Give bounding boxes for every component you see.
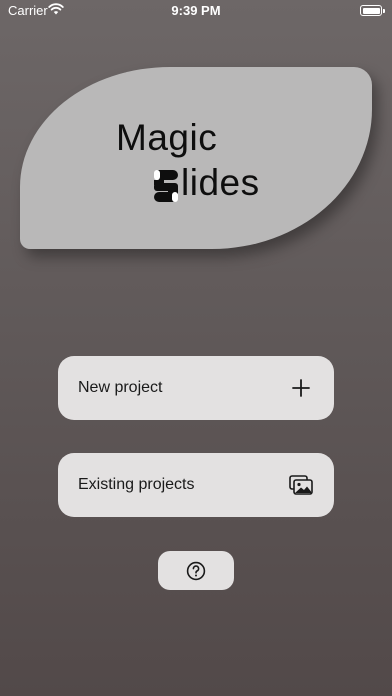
battery-icon xyxy=(360,5,385,16)
existing-projects-label: Existing projects xyxy=(78,476,195,493)
new-project-label: New project xyxy=(78,379,163,396)
photo-stack-icon xyxy=(288,472,314,498)
logo-word-magic: Magic xyxy=(116,117,218,158)
logo-word-slides-rest: lides xyxy=(181,162,260,203)
new-project-button[interactable]: New project xyxy=(58,356,334,420)
help-button[interactable] xyxy=(158,551,234,590)
question-circle-icon xyxy=(186,561,206,580)
clock: 9:39 PM xyxy=(171,3,221,18)
logo-card: Magic lides xyxy=(20,67,372,249)
plus-icon xyxy=(288,375,314,401)
logo-s-icon xyxy=(154,170,178,202)
logo-word-slides: lides xyxy=(153,162,260,204)
existing-projects-button[interactable]: Existing projects xyxy=(58,453,334,517)
status-bar: Carrier 9:39 PM xyxy=(0,0,392,22)
